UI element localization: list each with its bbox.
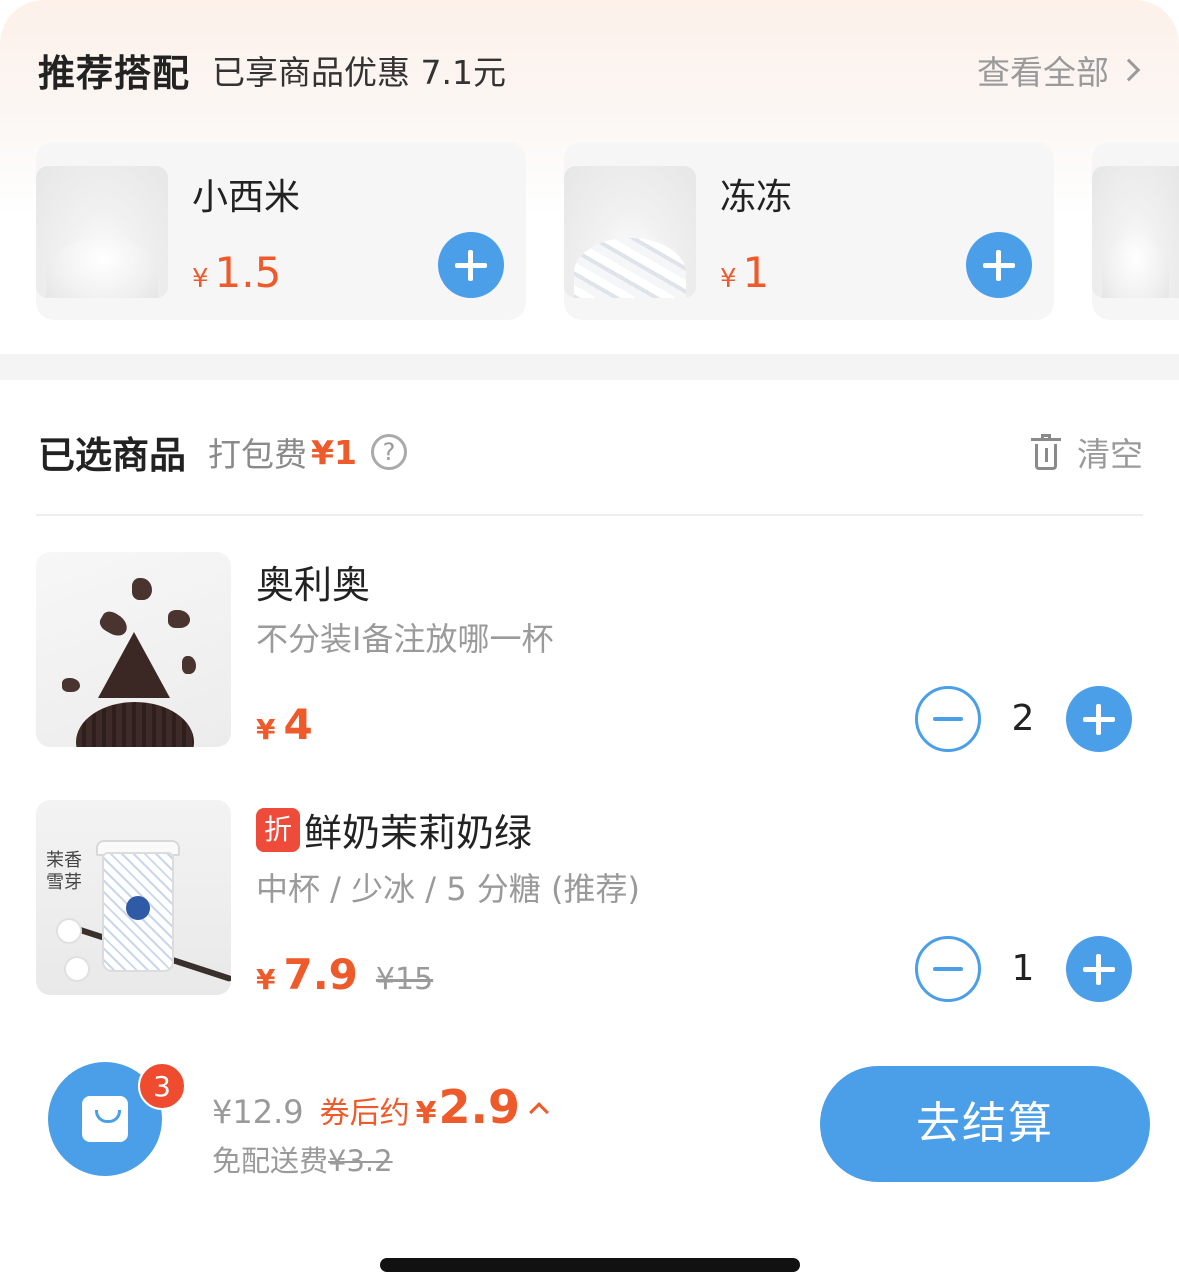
clear-cart-button[interactable]: 清空 (1031, 428, 1143, 476)
view-all-label: 查看全部 (977, 53, 1109, 92)
currency-symbol: ¥ (256, 713, 276, 746)
price-value: 1 (742, 248, 770, 297)
view-all-link[interactable]: 查看全部 (977, 46, 1143, 94)
clear-label: 清空 (1077, 435, 1143, 474)
recommend-item-name: 冻冻 (720, 177, 793, 218)
trash-icon (1031, 434, 1061, 470)
after-coupon-label: 券后约 (319, 1096, 410, 1131)
original-price: ¥15 (375, 962, 434, 997)
currency-symbol: ¥ (256, 963, 276, 996)
quantity-value: 2 (1011, 698, 1035, 739)
after-coupon-price: 2.9 (438, 1080, 520, 1134)
shopping-bag-icon (82, 1096, 128, 1142)
cart-sheet: 推荐搭配 已享商品优惠 7.1元 查看全部 小西米 ¥ 1.5 冻冻 ¥ 1 已… (0, 0, 1179, 1272)
cart-item-name: 奥利奥 (256, 554, 370, 609)
price-value: 1.5 (214, 248, 282, 297)
product-image-milk-tea: 茉香雪芽 (36, 800, 231, 995)
item-name-text: 鲜奶茉莉奶绿 (304, 811, 533, 855)
currency-symbol: ¥ (720, 264, 737, 294)
product-image-oreo (36, 552, 231, 747)
product-image-partial (1092, 166, 1179, 298)
selected-title: 已选商品 (38, 434, 186, 477)
add-recommend-button[interactable] (966, 232, 1032, 298)
cart-item-price: ¥ 4 (256, 700, 313, 749)
cart-item-price: ¥ 7.9 ¥15 (256, 950, 433, 999)
discount-tag: 折 (256, 807, 300, 852)
quantity-value: 1 (1011, 948, 1035, 989)
decrease-quantity-button[interactable] (915, 936, 981, 1002)
increase-quantity-button[interactable] (1066, 936, 1132, 1002)
decrease-quantity-button[interactable] (915, 686, 981, 752)
cart-item-spec: 中杯 / 少冰 / 5 分糖 (推荐) (256, 870, 640, 908)
packing-fee-value: ¥1 (311, 432, 357, 472)
price-value: 4 (283, 700, 313, 749)
recommend-card[interactable]: 冻冻 ¥ 1 (564, 142, 1054, 320)
price-summary[interactable]: ¥12.9 券后约 ¥ 2.9 (212, 1080, 549, 1134)
item-name-text: 奥利奥 (256, 563, 371, 607)
selected-header: 已选商品 打包费 ¥1 ? 清空 (38, 424, 1143, 480)
add-recommend-button[interactable] (438, 232, 504, 298)
cart-item-name: 折 鲜奶茉莉奶绿 (256, 802, 532, 857)
recommend-header: 推荐搭配 已享商品优惠 7.1元 查看全部 (38, 40, 1143, 100)
checkout-button[interactable]: 去结算 (820, 1066, 1150, 1182)
currency-symbol: ¥ (192, 264, 209, 294)
delivery-fee-info: 免配送费¥3.2 (212, 1138, 393, 1180)
increase-quantity-button[interactable] (1066, 686, 1132, 752)
home-indicator (380, 1258, 800, 1272)
delivery-label: 免配送费 (212, 1144, 329, 1178)
currency-symbol: ¥ (415, 1096, 437, 1131)
product-image-sago (36, 166, 168, 298)
product-image-jelly (564, 166, 696, 298)
price-value: 7.9 (283, 950, 358, 999)
recommend-card-partial[interactable] (1092, 142, 1179, 320)
recommend-item-price: ¥ 1 (720, 248, 769, 297)
image-caption: 茉香雪芽 (46, 850, 82, 893)
recommend-item-name: 小西米 (192, 177, 301, 218)
recommend-title: 推荐搭配 (38, 52, 190, 95)
recommend-discount-text: 已享商品优惠 7.1元 (212, 53, 506, 92)
help-icon[interactable]: ? (370, 434, 407, 470)
cart-count-badge: 3 (138, 1062, 186, 1110)
recommend-item-price: ¥ 1.5 (192, 248, 281, 297)
chevron-up-icon[interactable] (529, 1102, 549, 1122)
recommend-card[interactable]: 小西米 ¥ 1.5 (36, 142, 526, 320)
total-original-price: ¥12.9 (212, 1093, 304, 1131)
delivery-original-fee: ¥3.2 (328, 1144, 393, 1178)
cart-item-spec: 不分装I备注放哪一杯 (256, 620, 554, 658)
packing-fee-label: 打包费 (208, 435, 307, 474)
section-divider (0, 354, 1179, 380)
chevron-right-icon (1117, 58, 1141, 82)
divider-line (36, 514, 1143, 516)
